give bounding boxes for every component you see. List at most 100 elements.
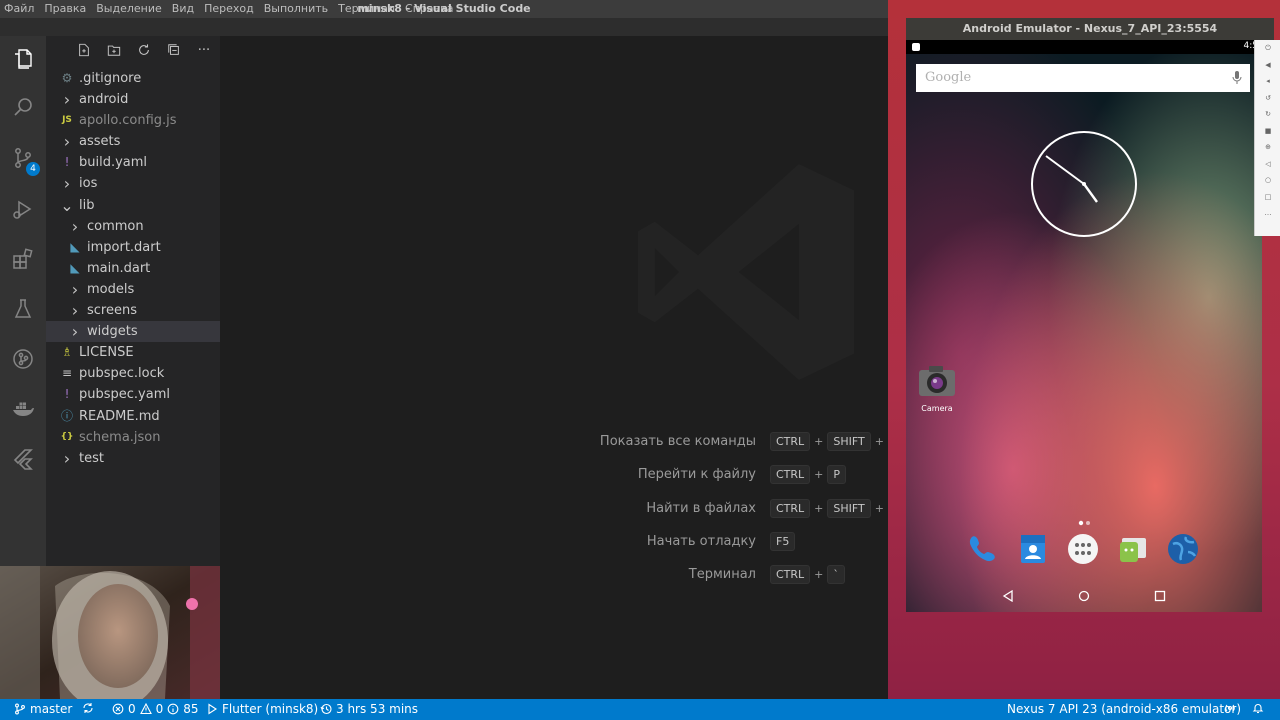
search-icon[interactable] — [0, 84, 46, 130]
warning-icon — [139, 703, 152, 715]
flutter-icon[interactable] — [0, 436, 46, 482]
docker-icon[interactable] — [0, 386, 46, 432]
branch-indicator[interactable]: master — [14, 702, 72, 716]
emu-more-icon[interactable]: … — [1255, 205, 1280, 222]
menu-item[interactable]: Переход — [204, 2, 254, 15]
menu-item[interactable]: Выполнить — [264, 2, 328, 15]
tree-item-label: android — [79, 92, 129, 108]
screen: Файл Правка Выделение Вид Переход Выполнить Те… — [0, 0, 1280, 720]
menu-item[interactable]: Выделение — [96, 2, 162, 15]
sync-icon[interactable] — [82, 702, 94, 714]
volume-up-icon[interactable]: ◀ — [1255, 57, 1280, 74]
google-search-bar[interactable]: Google — [916, 64, 1250, 92]
zoom-icon[interactable]: ⊕ — [1255, 139, 1280, 156]
new-folder-icon[interactable] — [106, 42, 122, 58]
screenshot-icon[interactable]: ■ — [1255, 123, 1280, 140]
problems-indicator[interactable]: 0 0 85 — [112, 702, 199, 716]
time-tracked: 3 hrs 53 mins — [336, 702, 419, 716]
info-count: 85 — [183, 702, 199, 716]
error-count: 0 — [128, 702, 136, 716]
explorer-sidebar: ··· ⚙ .gitignore › android JS apollo.config.j… — [46, 36, 220, 566]
tree-file[interactable]: ⓘ README.md — [46, 406, 220, 427]
messaging-icon[interactable] — [1116, 532, 1150, 566]
menu-item[interactable]: Вид — [172, 2, 194, 15]
js-file-icon: JS — [62, 115, 72, 126]
debug-target[interactable]: Flutter (minsk8) — [206, 702, 318, 716]
tree-item-label: build.yaml — [79, 155, 148, 171]
tree-file[interactable]: ♗ LICENSE — [46, 342, 220, 363]
camera-app[interactable]: Camera — [916, 364, 958, 413]
tree-file[interactable]: JS apollo.config.js — [46, 110, 220, 131]
menu-item[interactable]: Терминал — [338, 2, 395, 15]
tree-file[interactable]: {} schema.json — [46, 427, 220, 448]
tree-folder[interactable]: › common — [46, 216, 220, 237]
shortcut-hint: Начать отладку F5 — [220, 531, 888, 552]
home-icon[interactable] — [1074, 586, 1094, 606]
tree-file[interactable]: ◣ import.dart — [46, 237, 220, 258]
key-plus: + — [814, 568, 824, 582]
app-drawer-icon[interactable] — [1066, 532, 1100, 566]
tree-file[interactable]: ! build.yaml — [46, 152, 220, 173]
tree-folder[interactable]: › assets — [46, 131, 220, 152]
webcam-overlay — [0, 566, 220, 699]
run-debug-icon[interactable] — [0, 186, 46, 232]
tree-item-label: LICENSE — [79, 345, 134, 361]
chevron-right-icon: › — [71, 301, 79, 321]
git-graph-icon[interactable] — [0, 336, 46, 382]
extensions-icon[interactable] — [0, 236, 46, 282]
menu-item[interactable]: Справка — [405, 2, 453, 15]
phone-icon[interactable] — [966, 532, 1000, 566]
tree-item-label: import.dart — [87, 239, 161, 255]
keycap: CTRL — [770, 432, 811, 451]
emulator-screen[interactable]: 4:5 Google Camera — [906, 40, 1262, 612]
tree-folder[interactable]: ⌄ lib — [46, 195, 220, 216]
notifications-icon[interactable] — [1252, 702, 1264, 714]
collapse-icon[interactable] — [166, 42, 182, 58]
error-icon — [112, 703, 124, 715]
tree-folder[interactable]: › ios — [46, 173, 220, 194]
emu-home-icon[interactable]: ○ — [1255, 172, 1280, 189]
source-control-icon[interactable]: 4 — [0, 135, 46, 181]
new-file-icon[interactable] — [76, 42, 92, 58]
tree-folder[interactable]: › android — [46, 89, 220, 110]
rotate-left-icon[interactable]: ↺ — [1255, 90, 1280, 107]
device-selector[interactable]: Nexus 7 API 23 (android-x86 emulator) — [1007, 702, 1241, 716]
testing-icon[interactable] — [0, 286, 46, 332]
refresh-icon[interactable] — [136, 42, 152, 58]
tree-file[interactable]: ◣ main.dart — [46, 258, 220, 279]
tree-folder[interactable]: › test — [46, 448, 220, 469]
tree-file[interactable]: ⚙ .gitignore — [46, 68, 220, 89]
emu-back-icon[interactable]: ◁ — [1255, 156, 1280, 173]
menu-item[interactable]: Файл — [4, 2, 34, 15]
explorer-toolbar: ··· — [76, 42, 212, 58]
tree-folder[interactable]: › screens — [46, 300, 220, 321]
tree-folder[interactable]: › widgets — [46, 321, 220, 343]
status-bar: master 0 0 85 Flutter (minsk8) 3 hrs 53 … — [0, 699, 1280, 720]
analog-clock-widget[interactable] — [1030, 130, 1138, 238]
live-share-icon[interactable] — [1224, 702, 1236, 714]
power-icon[interactable]: ⏻ — [1255, 40, 1280, 57]
explorer-icon[interactable] — [0, 36, 46, 82]
volume-down-icon[interactable]: ◂ — [1255, 73, 1280, 90]
time-tracker[interactable]: 3 hrs 53 mins — [320, 702, 418, 716]
tree-folder[interactable]: › models — [46, 279, 220, 300]
menu-item[interactable]: Правка — [44, 2, 86, 15]
browser-icon[interactable] — [1166, 532, 1200, 566]
contacts-icon[interactable] — [1016, 532, 1050, 566]
emu-overview-icon[interactable]: □ — [1255, 189, 1280, 206]
history-icon — [320, 703, 332, 715]
rotate-right-icon[interactable]: ↻ — [1255, 106, 1280, 123]
tree-item-label: .gitignore — [79, 71, 142, 86]
recents-icon[interactable] — [1150, 586, 1170, 606]
more-icon[interactable]: ··· — [196, 42, 212, 58]
chevron-down-icon: ⌄ — [60, 195, 74, 215]
tree-file[interactable]: ≡ pubspec.lock — [46, 363, 220, 384]
json-file-icon: {} — [60, 431, 74, 442]
chevron-right-icon: › — [63, 90, 71, 110]
warning-count: 0 — [155, 702, 164, 716]
tree-file[interactable]: ! pubspec.yaml — [46, 384, 220, 405]
chevron-right-icon: › — [71, 216, 79, 236]
microphone-icon[interactable] — [1232, 71, 1242, 85]
vscode-window: Файл Правка Выделение Вид Переход Выполнить Те… — [0, 0, 907, 699]
back-icon[interactable] — [998, 586, 1018, 606]
